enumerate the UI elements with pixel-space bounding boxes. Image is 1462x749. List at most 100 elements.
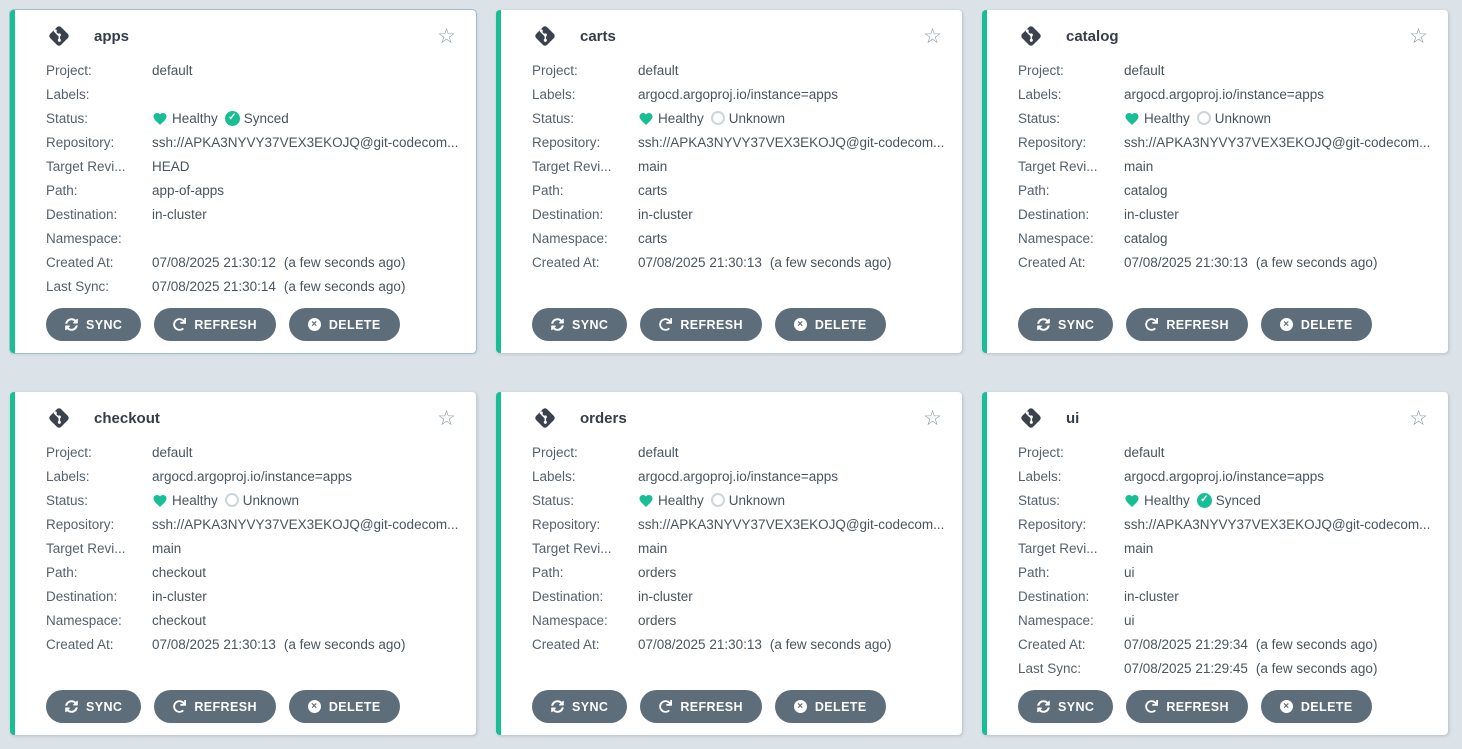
git-diamond-icon (46, 23, 72, 49)
sync-arrows-icon (551, 318, 564, 331)
tile-fields: Project:defaultLabels:argocd.argoproj.io… (1018, 58, 1430, 298)
field-label: Status: (46, 111, 152, 126)
field-row-repository: Repository:ssh://APKA3NYVY37VEX3EKOJQ@gi… (532, 130, 944, 154)
field-row-repository: Repository:ssh://APKA3NYVY37VEX3EKOJQ@gi… (1018, 512, 1430, 536)
created-at-value: 07/08/2025 21:30:12 (152, 255, 276, 270)
tile-actions: SYNC REFRESH ×DELETE (532, 690, 944, 723)
field-label: Repository: (46, 135, 152, 150)
favorite-star-icon[interactable]: ☆ (1407, 26, 1430, 47)
field-label: Path: (46, 183, 152, 198)
field-row-repository: Repository:ssh://APKA3NYVY37VEX3EKOJQ@gi… (1018, 130, 1430, 154)
tile-fields: Project:defaultLabels:argocd.argoproj.io… (1018, 440, 1430, 680)
sync-button[interactable]: SYNC (1018, 690, 1113, 723)
field-label: Project: (1018, 445, 1124, 460)
application-tile-catalog[interactable]: catalog ☆ Project:defaultLabels:argocd.arg… (982, 10, 1448, 353)
field-row-labels: Labels:argocd.argoproj.io/instance=apps (532, 82, 944, 106)
sync-button-label: SYNC (86, 318, 122, 332)
empty-row (1018, 274, 1430, 298)
field-row-created_at: Created At:07/08/2025 21:30:13(a few sec… (532, 632, 944, 656)
field-row-target_revision: Target Revi...main (532, 154, 944, 178)
sync-button[interactable]: SYNC (532, 690, 627, 723)
field-row-destination: Destination:in-cluster (1018, 202, 1430, 226)
delete-button[interactable]: ×DELETE (289, 690, 400, 723)
healthy-heart-icon (1124, 111, 1140, 126)
sync-button[interactable]: SYNC (46, 690, 141, 723)
health-status-label: Healthy (1144, 111, 1190, 126)
sync-button[interactable]: SYNC (1018, 308, 1113, 341)
project-value: default (1124, 445, 1165, 460)
labels-value: argocd.argoproj.io/instance=apps (1124, 87, 1324, 102)
favorite-star-icon[interactable]: ☆ (921, 26, 944, 47)
times-circle-icon: × (1280, 700, 1293, 713)
application-tile-checkout[interactable]: checkout☆Project:defaultLabels:argocd.ar… (10, 392, 476, 735)
field-label: Project: (46, 445, 152, 460)
favorite-star-icon[interactable]: ☆ (435, 26, 458, 47)
favorite-star-icon[interactable]: ☆ (435, 408, 458, 429)
field-row-repository: Repository:ssh://APKA3NYVY37VEX3EKOJQ@gi… (46, 512, 458, 536)
application-tile-ui[interactable]: ui ☆ Project:defaultLabels:argocd.argoproj… (982, 392, 1448, 735)
favorite-star-icon[interactable]: ☆ (1407, 408, 1430, 429)
application-name[interactable]: carts (580, 28, 616, 45)
delete-button[interactable]: ×DELETE (289, 308, 400, 341)
application-tile-orders[interactable]: orders☆Project:defaultLabels:argocd.argo… (496, 392, 962, 735)
field-label: Namespace: (532, 613, 638, 628)
application-name[interactable]: checkout (94, 410, 160, 427)
field-label: Destination: (46, 207, 152, 222)
field-label: Status: (532, 111, 638, 126)
field-row-project: Project:default (1018, 58, 1430, 82)
field-label: Destination: (1018, 207, 1124, 222)
empty-row (532, 274, 944, 298)
refresh-button[interactable]: REFRESH (1126, 308, 1248, 341)
delete-button-label: DELETE (1301, 700, 1353, 714)
field-label: Created At: (532, 637, 638, 652)
application-tile-carts[interactable]: carts ☆ Project:defaultLabels:argocd.argop… (496, 10, 962, 353)
field-label: Namespace: (46, 231, 152, 246)
field-row-namespace: Namespace:carts (532, 226, 944, 250)
destination-value: in-cluster (152, 589, 207, 604)
field-label: Repository: (1018, 135, 1124, 150)
delete-button[interactable]: ×DELETE (775, 690, 886, 723)
namespace-value: orders (638, 613, 676, 628)
delete-button[interactable]: × DELETE (1261, 690, 1372, 723)
tile-header: checkout ☆ (46, 400, 458, 436)
field-row-namespace: Namespace:catalog (1018, 226, 1430, 250)
sync-button[interactable]: SYNC (532, 308, 627, 341)
sync-status-label: Unknown (243, 493, 299, 508)
field-label: Path: (1018, 565, 1124, 580)
favorite-star-icon[interactable]: ☆ (921, 408, 944, 429)
field-row-labels: Labels:argocd.argoproj.io/instance=apps (532, 464, 944, 488)
refresh-button[interactable]: REFRESH (154, 690, 276, 723)
delete-button[interactable]: ×DELETE (775, 308, 886, 341)
field-row-labels: Labels:argocd.argoproj.io/instance=apps (1018, 82, 1430, 106)
healthy-heart-icon (1124, 493, 1140, 508)
refresh-button[interactable]: REFRESH (154, 308, 276, 341)
healthy-heart-icon (638, 111, 654, 126)
destination-value: in-cluster (638, 207, 693, 222)
delete-button-label: DELETE (815, 318, 867, 332)
field-label: Repository: (532, 135, 638, 150)
application-name[interactable]: catalog (1066, 28, 1119, 45)
field-row-status: Status:HealthyUnknown (532, 106, 944, 130)
field-row-namespace: Namespace:orders (532, 608, 944, 632)
application-name[interactable]: ui (1066, 410, 1079, 427)
application-name[interactable]: apps (94, 28, 129, 45)
namespace-value: checkout (152, 613, 206, 628)
refresh-button[interactable]: REFRESH (1126, 690, 1248, 723)
last-sync-value: 07/08/2025 21:29:45 (1124, 661, 1248, 676)
refresh-button[interactable]: REFRESH (640, 690, 762, 723)
labels-value: argocd.argoproj.io/instance=apps (152, 469, 352, 484)
field-label: Last Sync: (1018, 661, 1124, 676)
field-label: Project: (532, 63, 638, 78)
field-row-status: Status:Healthy✓Synced (46, 106, 458, 130)
application-name[interactable]: orders (580, 410, 627, 427)
delete-button[interactable]: ×DELETE (1261, 308, 1372, 341)
tile-fields: Project:defaultLabels:argocd.argoproj.io… (532, 58, 944, 298)
destination-value: in-cluster (638, 589, 693, 604)
target-revision-value: main (152, 541, 181, 556)
refresh-button[interactable]: REFRESH (640, 308, 762, 341)
application-tile-apps[interactable]: apps☆Project:defaultLabels:Status:Health… (10, 10, 476, 353)
sync-button[interactable]: SYNC (46, 308, 141, 341)
refresh-button-label: REFRESH (680, 700, 743, 714)
path-value: orders (638, 565, 676, 580)
tile-header: ui ☆ (1018, 400, 1430, 436)
